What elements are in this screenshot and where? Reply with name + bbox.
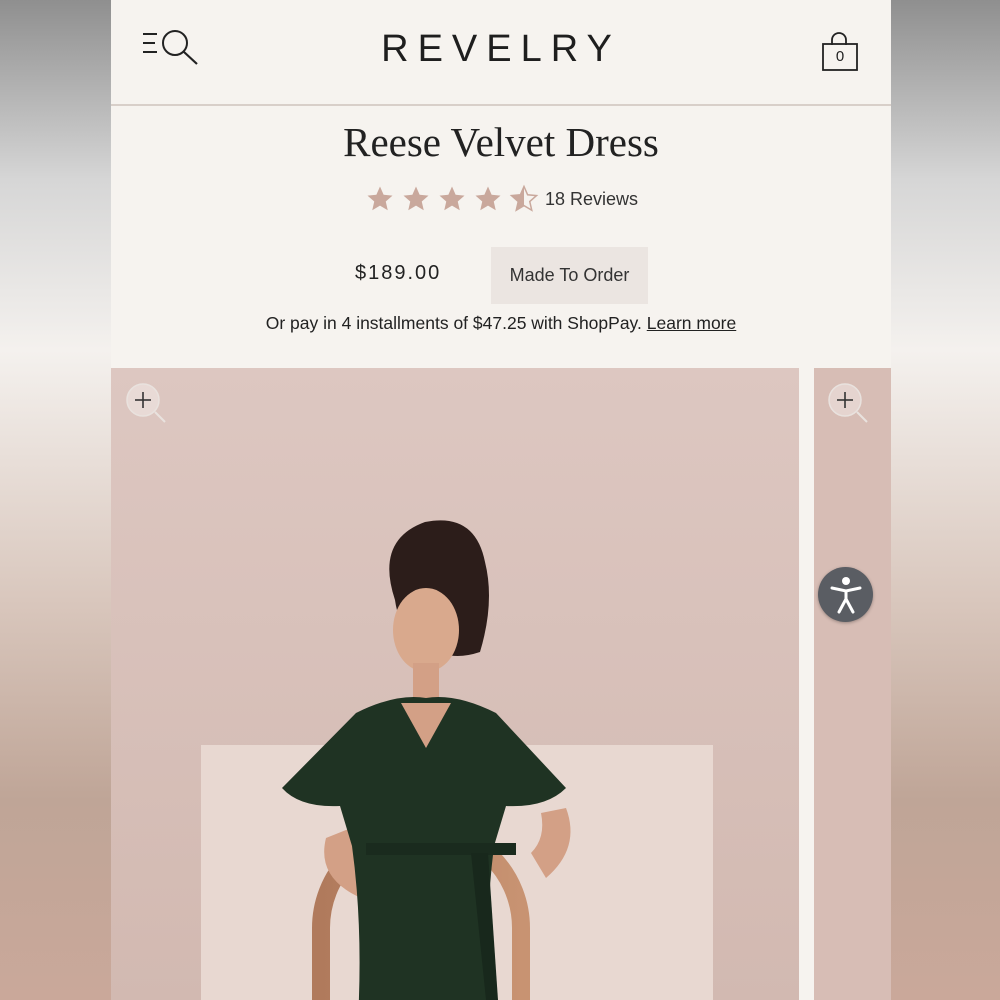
product-photo (111, 368, 799, 1000)
product-title: Reese Velvet Dress (343, 119, 659, 165)
star-icon (439, 186, 465, 211)
zoom-in-icon (828, 383, 868, 423)
cart-button[interactable]: 0 (821, 32, 861, 74)
zoom-in-icon (126, 383, 166, 423)
reviews-link[interactable]: 18 Reviews (545, 189, 638, 210)
site-header: REVELRY 0 (111, 0, 891, 106)
product-rating[interactable]: 18 Reviews (365, 182, 638, 216)
star-icon (403, 186, 429, 211)
cart-count: 0 (835, 48, 845, 65)
accessibility-button[interactable] (818, 567, 873, 622)
zoom-button[interactable] (827, 382, 871, 426)
star-icon (367, 186, 393, 211)
half-star-icon (509, 184, 539, 212)
zoom-button[interactable] (125, 382, 169, 426)
installments-text: Or pay in 4 installments of $47.25 with … (265, 313, 642, 333)
product-image-main[interactable] (111, 368, 799, 1000)
product-image-next[interactable] (814, 368, 891, 1000)
made-to-order-badge: Made To Order (491, 247, 648, 304)
accessibility-icon (830, 576, 861, 613)
learn-more-link[interactable]: Learn more (647, 313, 737, 333)
star-icon (475, 186, 501, 211)
product-price: $189.00 (355, 262, 442, 284)
installments-note: Or pay in 4 installments of $47.25 with … (111, 313, 891, 334)
product-page: REVELRY 0 Reese Velvet Dress 18 Reviews … (111, 0, 891, 1000)
site-logo[interactable]: REVELRY (111, 28, 891, 71)
